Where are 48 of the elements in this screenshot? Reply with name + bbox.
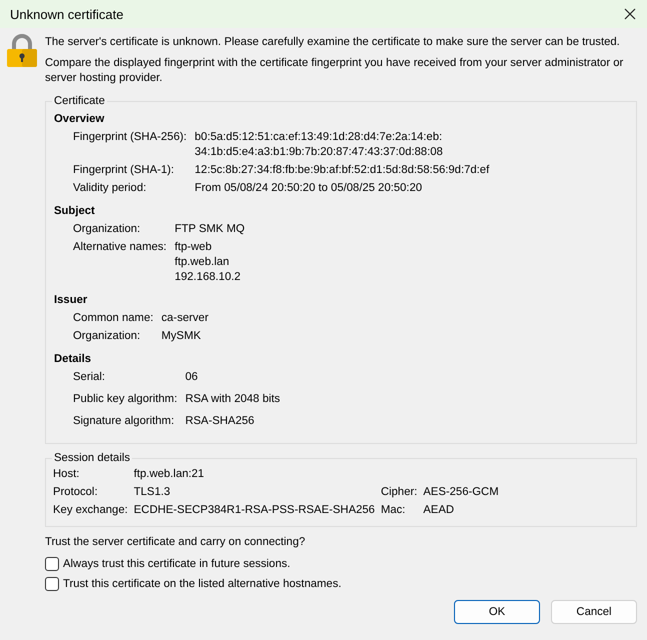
field-value: ftp-web xyxy=(174,240,213,255)
checkbox-label[interactable]: Always trust this certificate in future sessions. xyxy=(63,556,290,572)
field-value: 12:5c:8b:27:34:f8:fb:be:9b:af:bf:52:d1:5d:8d:58:56:9d:7d:ef xyxy=(194,163,490,178)
session-value: AES-256-GCM xyxy=(423,485,500,500)
session-label: Mac: xyxy=(380,503,406,518)
session-value: ECDHE-SECP384R1-RSA-PSS-RSAE-SHA256 xyxy=(134,503,375,518)
field-value: ca-server xyxy=(161,311,210,326)
question-text: Trust the server certificate and carry on connecting? xyxy=(45,535,306,550)
session-label: Key exchange: xyxy=(53,503,128,518)
field-value: RSA-SHA256 xyxy=(185,414,256,429)
field-value: 192.168.10.2 xyxy=(174,270,242,285)
field-value: b0:5a:d5:12:51:ca:ef:13:49:1d:28:d4:7e:2a:14:eb: xyxy=(194,130,444,145)
field-value: RSA with 2048 bits xyxy=(185,392,282,407)
session-value: ftp.web.lan:21 xyxy=(134,467,206,482)
section-heading: Overview xyxy=(54,112,106,127)
field-value: 06 xyxy=(185,370,199,385)
session-label: Protocol: xyxy=(53,485,99,500)
field-label: Signature algorithm: xyxy=(73,414,176,429)
window-title: Unknown certificate xyxy=(10,6,124,22)
section-heading: Details xyxy=(54,352,92,367)
field-label: Fingerprint (SHA-256): xyxy=(73,130,187,145)
field-label: Public key algorithm: xyxy=(73,392,178,407)
field-value: FTP SMK MQ xyxy=(174,222,246,237)
section-heading: Subject xyxy=(54,204,96,219)
session-value: TLS1.3 xyxy=(134,485,172,500)
dialog-button[interactable]: OK xyxy=(454,600,540,624)
checkbox[interactable] xyxy=(45,577,59,591)
dialog-button[interactable]: Cancel xyxy=(551,600,637,624)
field-label: Serial: xyxy=(73,370,106,385)
checkbox-label[interactable]: Trust this certificate on the listed alternative hostnames. xyxy=(63,576,342,592)
field-value: From 05/08/24 20:50:20 to 05/08/25 20:50:20 xyxy=(194,181,424,196)
field-label: Alternative names: xyxy=(73,240,167,255)
field-label: Organization: xyxy=(73,329,142,344)
field-value: 34:1b:d5:e4:a3:b1:9b:7b:20:87:47:43:37:0d:88:08 xyxy=(194,145,444,160)
field-value: MySMK xyxy=(161,329,202,344)
checkbox[interactable] xyxy=(45,557,59,571)
field-value: ftp.web.lan xyxy=(174,255,230,270)
field-label: Validity period: xyxy=(73,181,148,196)
session-value: AEAD xyxy=(423,503,456,518)
session-label: Host: xyxy=(53,467,80,482)
field-label: Fingerprint (SHA-1): xyxy=(73,163,176,178)
field-label: Organization: xyxy=(73,222,142,237)
message-text: The server's certificate is unknown. Please carefully examine the certificate to make sure the server can be trusted. xyxy=(45,35,621,50)
section-heading: Issuer xyxy=(54,293,88,308)
padlock-icon xyxy=(6,34,38,68)
session-label: Cipher: xyxy=(380,485,418,500)
field-label: Common name: xyxy=(73,311,154,326)
message-text: Compare the displayed fingerprint with the certificate fingerprint you have received from your server administrator or server hosting provider. xyxy=(45,56,624,86)
